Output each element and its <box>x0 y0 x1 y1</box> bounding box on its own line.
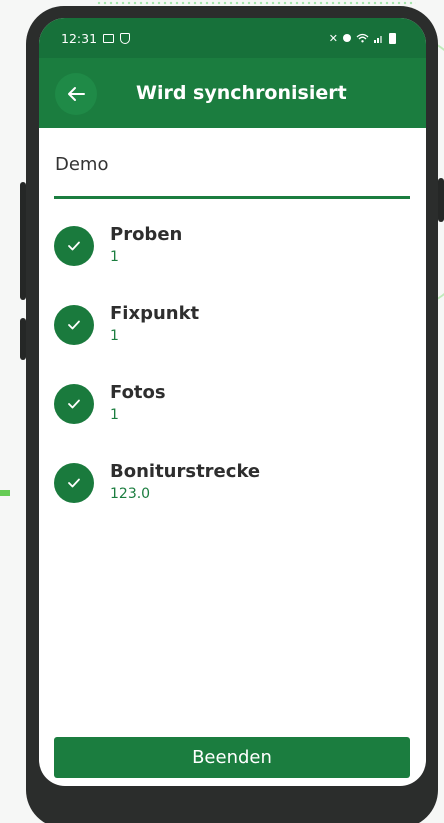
location-icon <box>343 34 351 42</box>
sync-item-proben: Proben 1 <box>54 224 410 303</box>
sync-item-label: Proben <box>110 224 183 245</box>
status-bar: 12:31 ✕ <box>39 18 426 58</box>
sync-item-count: 1 <box>110 328 119 344</box>
sync-item-label: Boniturstrecke <box>110 461 261 482</box>
sync-item-count: 123.0 <box>110 486 151 502</box>
mute-icon: ✕ <box>328 31 338 45</box>
sync-item-label: Fixpunkt <box>110 303 200 324</box>
check-icon <box>54 226 94 266</box>
image-icon <box>103 33 115 43</box>
stage: 12:31 ✕ Wird synchronisiert Demo Proben … <box>0 0 444 823</box>
signal-icon <box>374 31 384 46</box>
sync-item-label: Fotos <box>110 382 166 403</box>
volume-down-button <box>20 318 26 360</box>
status-time: 12:31 <box>61 30 98 46</box>
sync-item-fotos: Fotos 1 <box>54 382 410 461</box>
battery-icon <box>389 32 396 44</box>
arrow-left-icon <box>68 87 85 101</box>
check-icon <box>54 305 94 345</box>
shield-icon <box>120 32 131 44</box>
power-button <box>438 178 444 222</box>
sync-item-boniturstrecke: Boniturstrecke 123.0 <box>54 461 410 540</box>
check-icon <box>54 384 94 424</box>
sync-list: Proben 1 Fixpunkt 1 Fotos 1 Boniturstrec… <box>54 224 410 540</box>
finish-button[interactable]: Beenden <box>54 737 410 778</box>
phone-screen: 12:31 ✕ Wird synchronisiert Demo Proben … <box>39 18 426 786</box>
back-button[interactable] <box>55 73 97 115</box>
divider <box>54 196 410 199</box>
background-dash-decoration <box>0 490 10 496</box>
check-icon <box>54 463 94 503</box>
wifi-icon <box>356 31 369 46</box>
project-name: Demo <box>55 154 109 175</box>
sync-item-count: 1 <box>110 249 119 265</box>
sync-item-count: 1 <box>110 407 119 423</box>
sync-item-fixpunkt: Fixpunkt 1 <box>54 303 410 382</box>
page-title: Wird synchronisiert <box>136 82 347 104</box>
app-bar: Wird synchronisiert <box>39 58 426 128</box>
volume-up-button <box>20 182 26 300</box>
